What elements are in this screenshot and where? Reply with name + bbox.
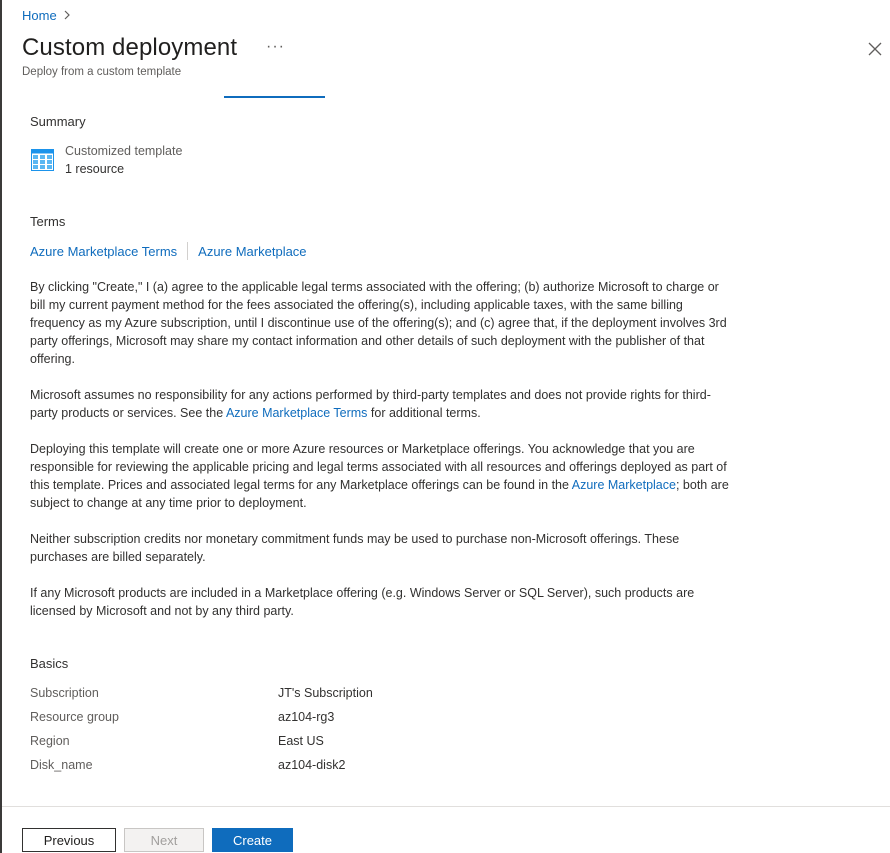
azure-marketplace-terms-link[interactable]: Azure Marketplace Terms xyxy=(30,244,177,259)
left-border xyxy=(0,0,2,853)
inline-marketplace-link[interactable]: Azure Marketplace xyxy=(572,478,676,492)
resource-group-value: az104-rg3 xyxy=(278,710,335,724)
resource-group-label: Resource group xyxy=(30,710,119,724)
next-button[interactable]: Next xyxy=(124,828,204,852)
subscription-label: Subscription xyxy=(30,686,99,700)
template-grid-icon xyxy=(31,149,54,171)
link-divider xyxy=(187,242,189,260)
page-subtitle: Deploy from a custom template xyxy=(22,66,182,78)
create-button[interactable]: Create xyxy=(212,828,293,852)
breadcrumb: Home xyxy=(22,8,71,23)
subscription-value: JT's Subscription xyxy=(278,686,373,700)
region-label: Region xyxy=(30,734,70,748)
breadcrumb-home-link[interactable]: Home xyxy=(22,8,57,23)
terms-heading: Terms xyxy=(30,214,66,229)
terms-paragraph-2-text-b: for additional terms. xyxy=(367,406,481,420)
footer-divider xyxy=(2,806,890,807)
terms-paragraph-3: Deploying this template will create one … xyxy=(30,440,730,512)
disk-name-value: az104-disk2 xyxy=(278,758,346,772)
region-value: East US xyxy=(278,734,324,748)
more-options-icon[interactable]: ··· xyxy=(266,38,285,56)
azure-marketplace-link[interactable]: Azure Marketplace xyxy=(198,244,306,259)
chevron-right-icon xyxy=(63,9,71,23)
terms-paragraph-4: Neither subscription credits nor monetar… xyxy=(30,532,680,564)
inline-marketplace-terms-link[interactable]: Azure Marketplace Terms xyxy=(226,406,368,420)
basics-heading: Basics xyxy=(30,656,69,671)
terms-paragraph-1: By clicking "Create," I (a) agree to the… xyxy=(30,280,727,366)
page-title: Custom deployment xyxy=(22,34,238,61)
terms-paragraph-2: Microsoft assumes no responsibility for … xyxy=(30,386,730,422)
resource-count: 1 resource xyxy=(65,162,125,176)
disk-name-label: Disk_name xyxy=(30,758,93,772)
terms-paragraph-5: If any Microsoft products are included i… xyxy=(30,586,695,618)
summary-heading: Summary xyxy=(30,114,86,129)
close-icon[interactable] xyxy=(866,40,884,58)
previous-button[interactable]: Previous xyxy=(22,828,116,852)
template-name: Customized template xyxy=(65,144,183,158)
terms-links: Azure Marketplace Terms Azure Marketplac… xyxy=(30,242,307,260)
active-tab-indicator xyxy=(224,96,325,98)
